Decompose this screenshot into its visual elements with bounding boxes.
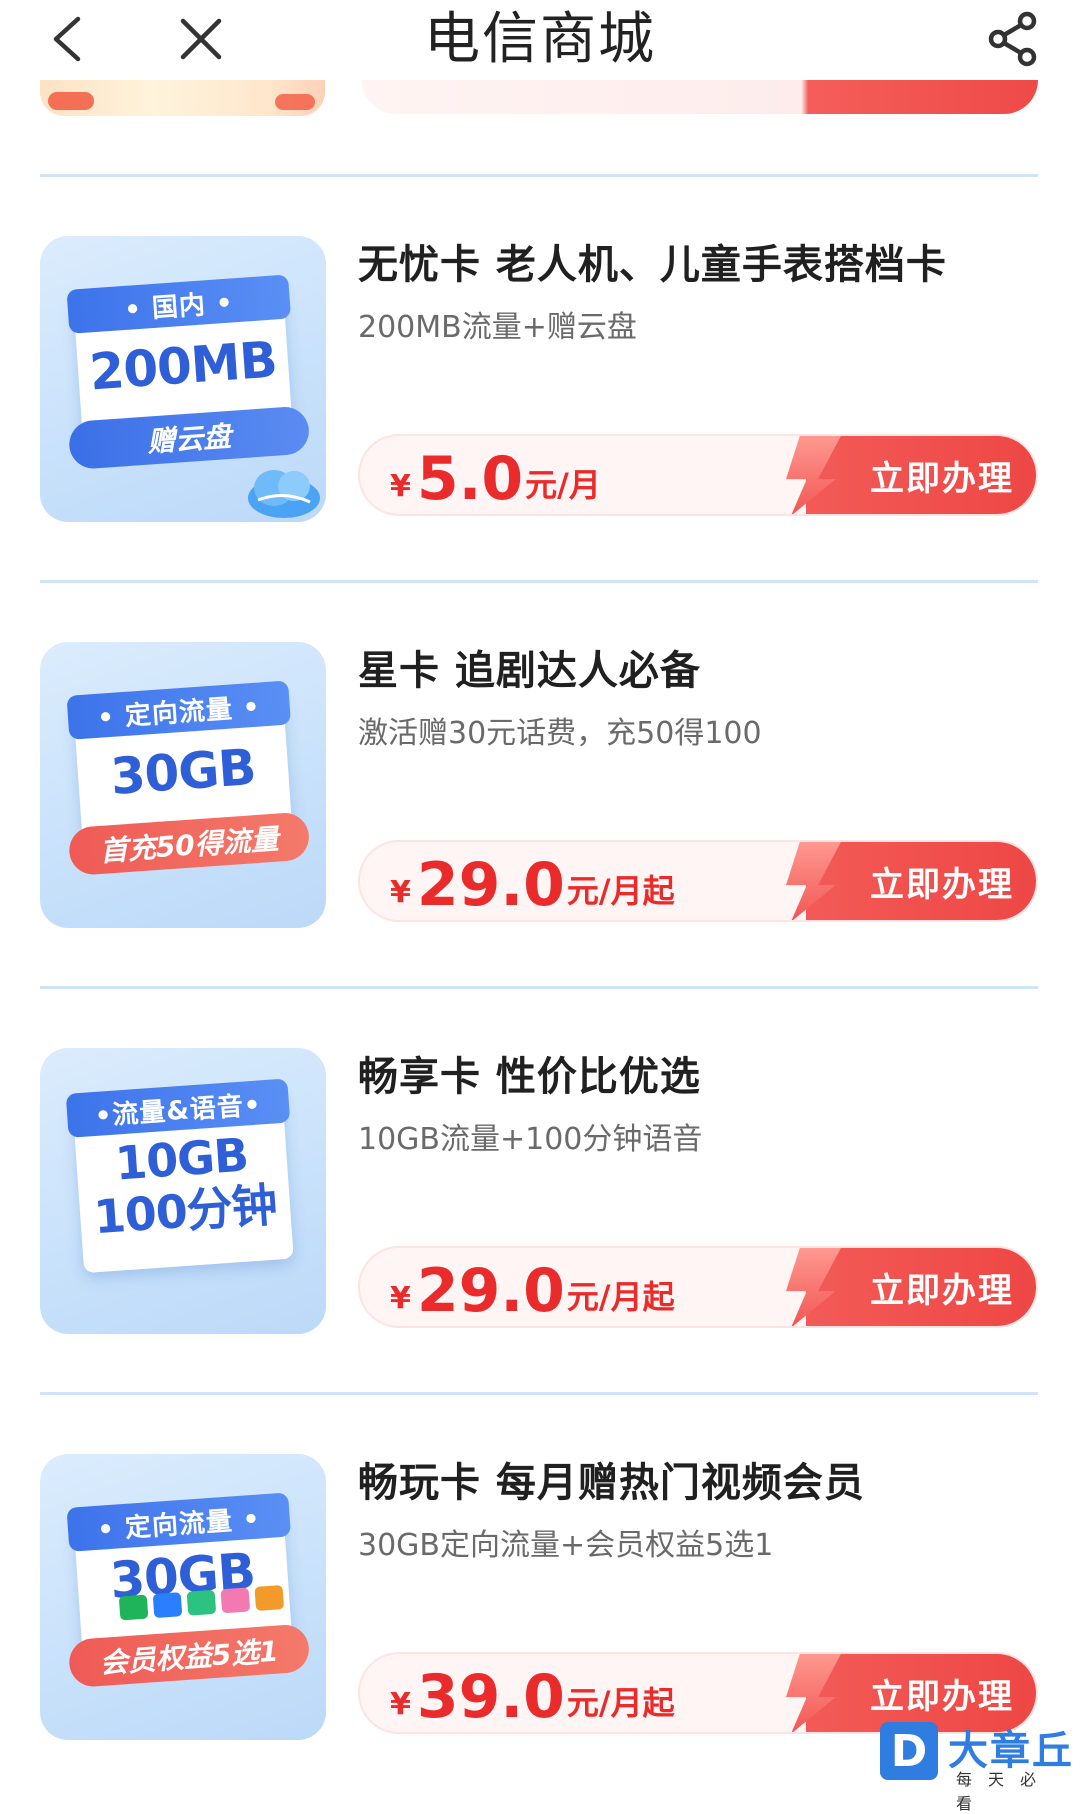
product-card[interactable]: •流量&语音• 10GB 100分钟 畅享卡 性价比优选 10GB流量+100分… [0, 1048, 1080, 1348]
price-amount: 29.0 [416, 1256, 565, 1326]
iqiyi-icon [118, 1594, 149, 1621]
price: ¥ 5.0 元/月 [390, 436, 601, 514]
divider [40, 986, 1038, 989]
product-image: • 国内 • 200MB 赠云盘 [40, 236, 326, 522]
price-bar[interactable]: ¥ 5.0 元/月 立即办理 [358, 434, 1038, 516]
product-subtitle: 200MB流量+赠云盘 [358, 310, 637, 345]
ticket-secondary-value: 100分钟 [91, 1177, 279, 1245]
ticket-pill: 会员权益5选1 [67, 1623, 311, 1689]
ticket-pill: 首充50得流量 [67, 811, 311, 877]
price: ¥ 29.0 元/月起 [390, 842, 675, 920]
price-unit: 元/月起 [566, 1684, 675, 1722]
plan-ticket: • 定向流量 • 30GB 会员权益5选1 [66, 1492, 311, 1689]
product-subtitle: 10GB流量+100分钟语音 [358, 1122, 703, 1157]
tencent-video-icon [152, 1592, 183, 1619]
price-unit: 元/月起 [566, 872, 675, 910]
divider [40, 580, 1038, 583]
currency-symbol: ¥ [390, 875, 411, 910]
apply-now-button[interactable]: 立即办理 [806, 1248, 1036, 1326]
product-title: 畅享卡 性价比优选 [358, 1054, 701, 1100]
page-title: 电信商城 [424, 7, 656, 72]
price-unit: 元/月起 [566, 1278, 675, 1316]
ticket-main-value: 200MB [87, 330, 279, 402]
plan-ticket: •流量&语音• 10GB 100分钟 [65, 1078, 294, 1274]
product-card[interactable]: • 国内 • 200MB 赠云盘 无忧卡 老人机、儿童手表搭档卡 200MB流量… [0, 236, 1080, 536]
plan-ticket: • 定向流量 • 30GB 首充50得流量 [66, 680, 311, 877]
apply-now-button[interactable]: 立即办理 [806, 842, 1036, 920]
top-nav-bar: 电信商城 [0, 0, 1080, 80]
share-icon[interactable] [978, 4, 1048, 74]
ticket-header: • 国内 • [66, 274, 292, 334]
watermark: D 大章丘 每天必看 [878, 1716, 1078, 1813]
divider [40, 174, 1038, 177]
watermark-logo: D [880, 1722, 938, 1780]
bilibili-icon [220, 1587, 251, 1614]
currency-symbol: ¥ [390, 1687, 411, 1722]
watermark-slogan: 每天必看 [956, 1770, 1053, 1813]
price: ¥ 39.0 元/月起 [390, 1654, 675, 1732]
price-amount: 29.0 [416, 850, 565, 920]
product-image: • 定向流量 • 30GB 会员权益5选1 [40, 1454, 326, 1740]
price: ¥ 29.0 元/月起 [390, 1248, 675, 1326]
product-card[interactable]: • 定向流量 • 30GB 会员权益5选1 畅玩卡 每月赠热门视频会员 30GB… [0, 1454, 1080, 1754]
youku-icon [186, 1589, 217, 1616]
price-amount: 39.0 [416, 1662, 565, 1732]
ticket-header: • 定向流量 • [66, 680, 292, 740]
plan-ticket: • 国内 • 200MB 赠云盘 [66, 274, 311, 471]
product-subtitle: 30GB定向流量+会员权益5选1 [358, 1528, 774, 1563]
ticket-main-value: 30GB [108, 738, 258, 806]
product-image: • 定向流量 • 30GB 首充50得流量 [40, 642, 326, 928]
mango-tv-icon [254, 1585, 285, 1611]
cloud-icon [248, 470, 320, 518]
price-bar[interactable]: ¥ 29.0 元/月起 立即办理 [358, 840, 1038, 922]
product-image: •流量&语音• 10GB 100分钟 [40, 1048, 326, 1334]
previous-product-image[interactable] [40, 80, 325, 116]
product-title: 畅玩卡 每月赠热门视频会员 [358, 1460, 865, 1506]
apply-now-button[interactable]: 立即办理 [806, 436, 1036, 514]
price-bar[interactable]: ¥ 29.0 元/月起 立即办理 [358, 1246, 1038, 1328]
product-card[interactable]: • 定向流量 • 30GB 首充50得流量 星卡 追剧达人必备 激活赠30元话费… [0, 642, 1080, 942]
product-title: 无忧卡 老人机、儿童手表搭档卡 [358, 242, 947, 288]
currency-symbol: ¥ [390, 469, 411, 504]
product-subtitle: 激活赠30元话费，充50得100 [358, 716, 762, 751]
price-amount: 5.0 [416, 444, 524, 514]
price-unit: 元/月 [525, 466, 601, 504]
previous-product-price-bar[interactable] [362, 80, 1038, 114]
currency-symbol: ¥ [390, 1281, 411, 1316]
divider [40, 1392, 1038, 1395]
product-title: 星卡 追剧达人必备 [358, 648, 701, 694]
